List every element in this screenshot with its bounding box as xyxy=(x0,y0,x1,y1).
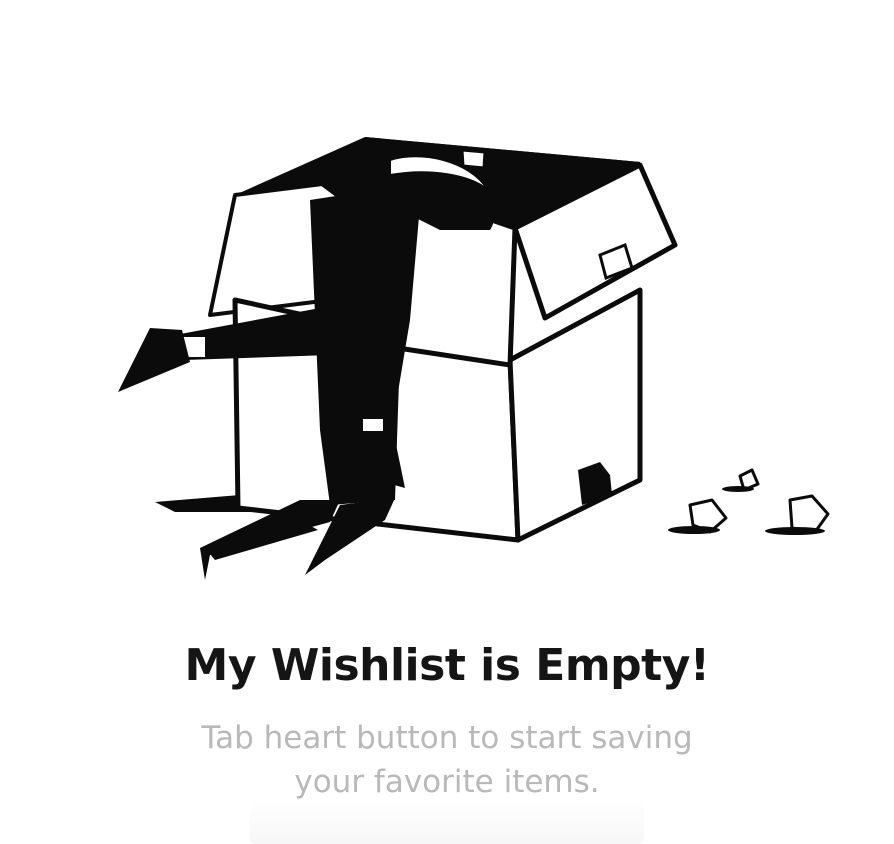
empty-wishlist-message-line-1: Tab heart button to start saving xyxy=(201,720,693,756)
empty-wishlist-message: Tab heart button to start saving your fa… xyxy=(0,716,894,804)
person-in-box-icon xyxy=(118,137,830,580)
empty-wishlist-title: My Wishlist is Empty! xyxy=(184,640,710,691)
empty-wishlist-message-line-2: your favorite items. xyxy=(294,764,600,800)
wishlist-empty-screen: My Wishlist is Empty! Tab heart button t… xyxy=(0,0,894,844)
bottom-fade xyxy=(250,800,644,844)
